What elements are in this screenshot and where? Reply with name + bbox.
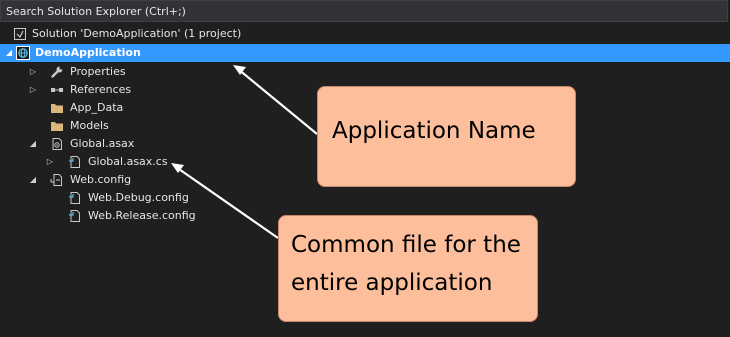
folder-icon bbox=[50, 101, 64, 115]
tree-item-label: Solution 'DemoApplication' (1 project) bbox=[32, 27, 242, 40]
callout-text-line1: Common file for the bbox=[291, 232, 521, 258]
tree-item-solution[interactable]: Solution 'DemoApplication' (1 project) bbox=[0, 25, 730, 43]
search-input[interactable] bbox=[1, 1, 727, 21]
tree-item-label: App_Data bbox=[70, 101, 124, 114]
config-file-icon bbox=[50, 173, 64, 187]
tree-item-label: Properties bbox=[70, 65, 126, 78]
expand-arrow-icon[interactable]: ▷ bbox=[28, 63, 38, 81]
tree-item-label: Web.Debug.config bbox=[88, 191, 189, 204]
tree-item-label: Web.config bbox=[70, 173, 132, 186]
config-file-icon bbox=[68, 209, 82, 223]
references-icon bbox=[50, 83, 64, 97]
callout-text-line2: entire application bbox=[291, 270, 493, 296]
collapse-arrow-icon[interactable]: ◢ bbox=[28, 171, 38, 189]
tree-item-label: Models bbox=[70, 119, 109, 132]
expand-arrow-icon[interactable]: ▷ bbox=[28, 81, 38, 99]
tree-item-label: DemoApplication bbox=[35, 46, 141, 59]
callout-common-file: Common file for the entire application bbox=[278, 215, 538, 322]
tree-item-properties[interactable]: ▷ Properties bbox=[0, 63, 730, 81]
tree-item-web-debug-config[interactable]: Web.Debug.config bbox=[0, 189, 730, 207]
config-file-icon bbox=[68, 191, 82, 205]
callout-application-name: Application Name bbox=[317, 86, 576, 187]
search-box[interactable] bbox=[0, 0, 728, 22]
web-project-icon bbox=[16, 46, 30, 60]
tree-item-label: Web.Release.config bbox=[88, 209, 196, 222]
collapse-arrow-icon[interactable]: ◢ bbox=[28, 135, 38, 153]
code-file-icon bbox=[68, 155, 82, 169]
tree-item-label: Global.asax.cs bbox=[88, 155, 168, 168]
wrench-icon bbox=[50, 65, 64, 79]
tree-item-project[interactable]: ◢ DemoApplication bbox=[0, 44, 730, 62]
global-asax-icon bbox=[50, 137, 64, 151]
solution-icon bbox=[13, 27, 27, 41]
folder-icon bbox=[50, 119, 64, 133]
collapse-arrow-icon[interactable]: ◢ bbox=[4, 44, 14, 62]
expand-arrow-icon[interactable]: ▷ bbox=[45, 153, 55, 171]
callout-text: Application Name bbox=[332, 118, 536, 144]
tree-item-label: Global.asax bbox=[70, 137, 135, 150]
tree-item-label: References bbox=[70, 83, 132, 96]
